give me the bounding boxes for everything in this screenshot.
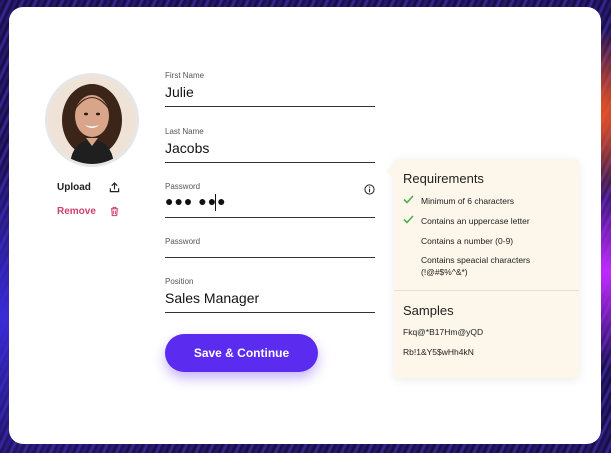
upload-button[interactable]: Upload <box>57 182 120 193</box>
requirement-text: Minimum of 6 characters <box>421 196 515 206</box>
save-continue-button[interactable]: Save & Continue <box>165 334 318 372</box>
requirement-item: Contains speacial characters (!@#$%^&*) <box>403 254 571 278</box>
requirement-text: Contains an uppercase letter <box>421 216 530 226</box>
last-name-field[interactable]: Last Name Jacobs <box>165 127 375 163</box>
password-label: Password <box>165 182 201 191</box>
remove-button[interactable]: Remove <box>57 206 120 217</box>
requirement-text: Contains speacial characters (!@#$%^&*) <box>421 255 531 277</box>
last-name-label: Last Name <box>165 127 204 136</box>
check-icon <box>403 195 421 207</box>
requirement-item: Contains an uppercase letter <box>403 215 571 227</box>
confirm-password-label: Password <box>165 237 201 246</box>
remove-label: Remove <box>57 206 96 217</box>
upload-icon <box>109 182 120 193</box>
position-label: Position <box>165 277 194 286</box>
position-value[interactable]: Sales Manager <box>165 290 259 306</box>
requirements-panel: Requirements Minimum of 6 characters Con… <box>386 159 579 378</box>
position-field[interactable]: Position Sales Manager <box>165 277 375 313</box>
requirement-spacer <box>403 254 421 278</box>
sample-password[interactable]: Rb!1&Y5$wHh4kN <box>403 347 474 357</box>
samples-title: Samples <box>403 303 454 318</box>
avatar <box>45 73 139 167</box>
divider <box>394 290 579 291</box>
check-icon <box>403 215 421 227</box>
password-masked-value[interactable]: ●●● ●●● <box>165 193 227 209</box>
confirm-password-field[interactable]: Password <box>165 237 375 258</box>
requirement-item: Minimum of 6 characters <box>403 195 571 207</box>
upload-label: Upload <box>57 182 91 193</box>
text-cursor <box>215 194 216 211</box>
first-name-field[interactable]: First Name Julie <box>165 71 375 107</box>
trash-icon <box>109 206 120 217</box>
first-name-value[interactable]: Julie <box>165 84 194 100</box>
last-name-value[interactable]: Jacobs <box>165 140 209 156</box>
password-field[interactable]: Password ●●● ●●● <box>165 182 375 218</box>
requirements-title: Requirements <box>403 171 484 186</box>
info-icon[interactable] <box>364 182 375 200</box>
requirement-text: Contains a number (0-9) <box>421 236 514 246</box>
form-card: Upload Remove First Name Julie Last Name… <box>9 7 601 444</box>
first-name-label: First Name <box>165 71 205 80</box>
requirement-spacer <box>403 235 421 247</box>
requirement-item: Contains a number (0-9) <box>403 235 571 247</box>
sample-password[interactable]: Fkq@*B17Hm@yQD <box>403 327 483 337</box>
